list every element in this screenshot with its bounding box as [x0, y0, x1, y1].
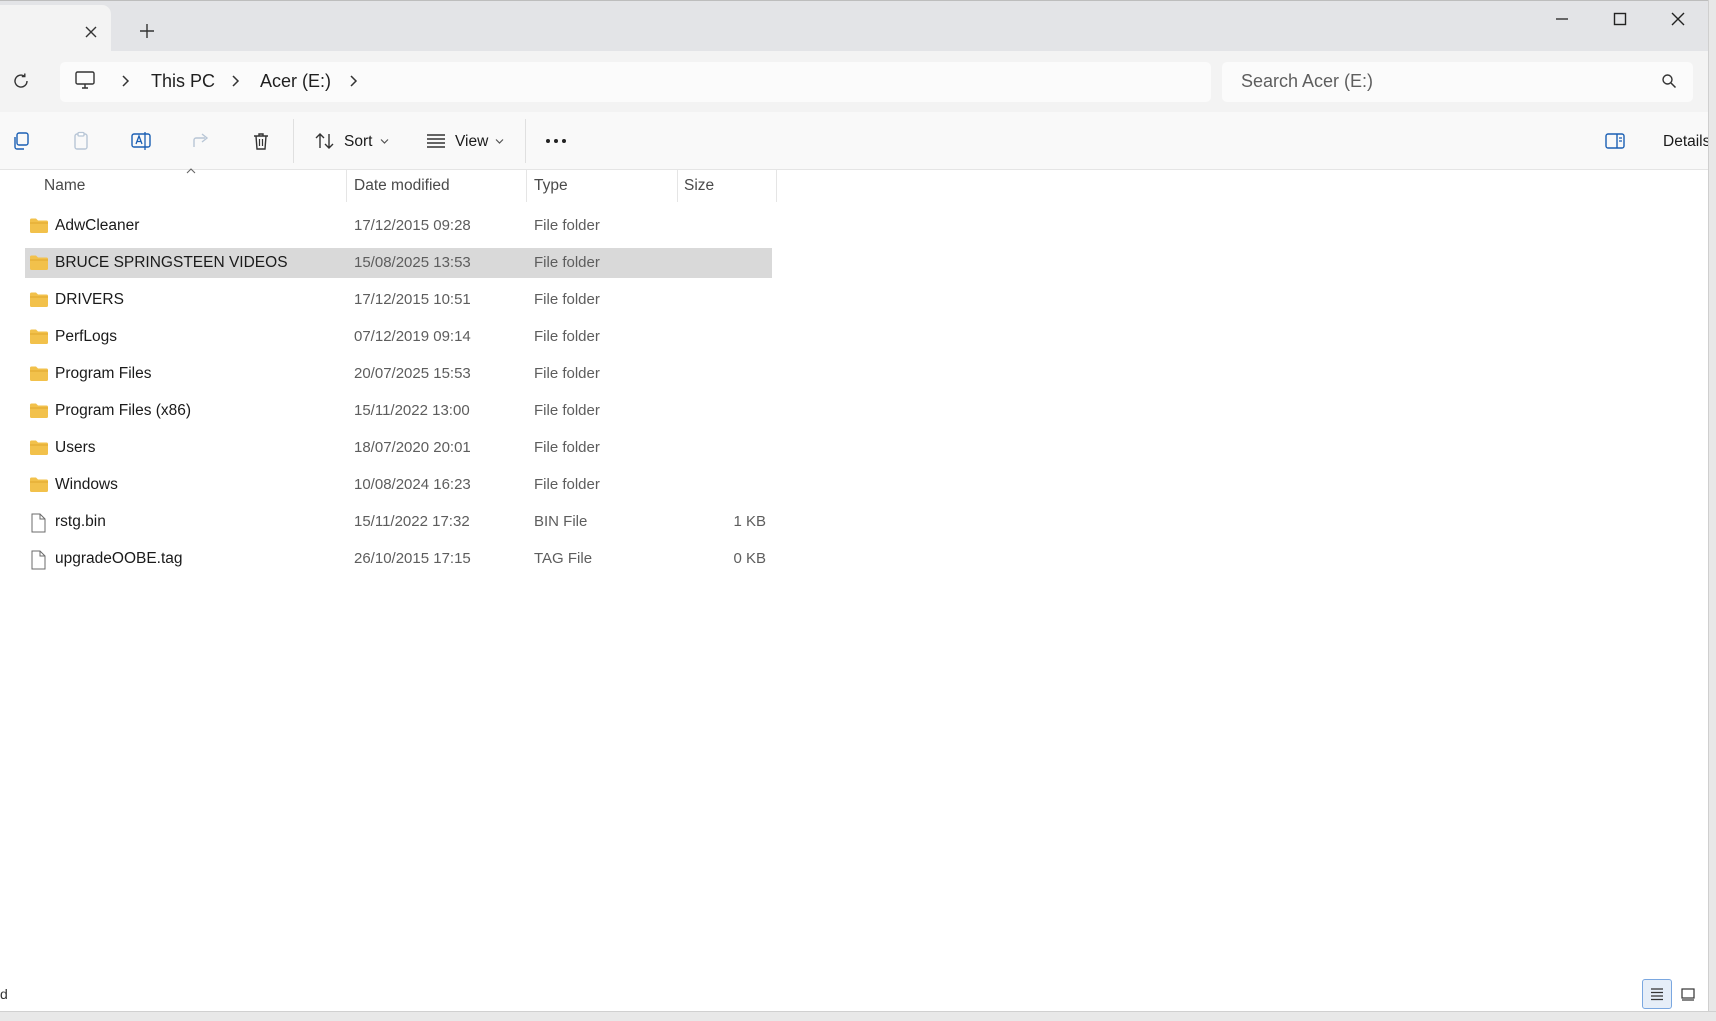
file-type: File folder — [534, 365, 600, 382]
view-lines-icon[interactable] — [423, 128, 449, 154]
chevron-right-icon[interactable] — [118, 74, 132, 88]
more-options-icon[interactable] — [543, 128, 569, 154]
file-date-modified: 10/08/2024 16:23 — [354, 476, 471, 493]
file-date-modified: 17/12/2015 09:28 — [354, 217, 471, 234]
file-name: upgradeOOBE.tag — [55, 550, 183, 567]
tab-close-icon[interactable] — [80, 21, 102, 43]
file-row[interactable]: AdwCleaner 17/12/2015 09:28 File folder — [25, 211, 772, 241]
details-view-button[interactable] — [1642, 979, 1672, 1009]
column-header-type[interactable]: Type — [534, 177, 568, 195]
file-type: File folder — [534, 291, 600, 308]
sort-button[interactable]: Sort — [344, 133, 372, 151]
file-icon — [29, 513, 47, 533]
window-edge — [1708, 0, 1716, 1021]
file-row[interactable]: rstg.bin 15/11/2022 17:32 BIN File 1 KB — [25, 507, 772, 537]
file-type: BIN File — [534, 513, 588, 530]
file-size: 0 KB — [733, 550, 766, 567]
file-type: File folder — [534, 328, 600, 345]
folder-icon — [29, 254, 49, 271]
search-placeholder[interactable]: Search Acer (E:) — [1241, 71, 1373, 92]
column-divider[interactable] — [776, 169, 777, 202]
paste-icon[interactable] — [68, 128, 94, 154]
computer-icon[interactable] — [74, 70, 96, 90]
details-button[interactable]: Details — [1663, 133, 1710, 151]
folder-icon — [29, 439, 49, 456]
search-icon[interactable] — [1661, 73, 1677, 89]
thumbnail-view-button[interactable] — [1673, 979, 1703, 1009]
file-type: File folder — [534, 476, 600, 493]
file-name: Program Files — [55, 365, 152, 382]
file-type: TAG File — [534, 550, 593, 567]
file-row[interactable]: upgradeOOBE.tag 26/10/2015 17:15 TAG File 0… — [25, 544, 772, 574]
folder-icon — [29, 217, 49, 234]
file-name: Windows — [55, 476, 118, 493]
file-name: DRIVERS — [55, 291, 124, 308]
file-row[interactable]: BRUCE SPRINGSTEEN VIDEOS 15/08/2025 13:53… — [25, 248, 772, 278]
file-row[interactable]: Windows 10/08/2024 16:23 File folder — [25, 470, 772, 500]
sort-icon[interactable] — [312, 128, 338, 154]
minimize-icon[interactable] — [1537, 6, 1587, 32]
window-close-icon[interactable] — [1653, 6, 1703, 32]
crumb-this-pc[interactable]: This PC — [151, 71, 215, 92]
column-header-size[interactable]: Size — [684, 177, 714, 195]
column-header-date[interactable]: Date modified — [354, 177, 450, 195]
file-row[interactable]: Program Files 20/07/2025 15:53 File folder — [25, 359, 772, 389]
status-text: d — [0, 986, 8, 1002]
file-name: AdwCleaner — [55, 217, 140, 234]
delete-icon[interactable] — [248, 128, 274, 154]
details-pane-icon[interactable] — [1602, 128, 1628, 154]
chevron-down-icon[interactable] — [495, 138, 504, 145]
chevron-down-icon[interactable] — [380, 138, 389, 145]
file-name: Program Files (x86) — [55, 402, 192, 419]
file-name: rstg.bin — [55, 513, 106, 530]
file-date-modified: 20/07/2025 15:53 — [354, 365, 471, 382]
column-divider[interactable] — [677, 169, 678, 202]
file-date-modified: 07/12/2019 09:14 — [354, 328, 471, 345]
file-type: File folder — [534, 402, 600, 419]
rename-icon[interactable] — [128, 128, 154, 154]
file-row[interactable]: Program Files (x86) 15/11/2022 13:00 File … — [25, 396, 772, 426]
file-size: 1 KB — [733, 513, 766, 530]
file-date-modified: 18/07/2020 20:01 — [354, 439, 471, 456]
copy-icon[interactable] — [8, 128, 34, 154]
maximize-icon[interactable] — [1595, 6, 1645, 32]
folder-icon — [29, 402, 49, 419]
chevron-right-icon[interactable] — [346, 74, 360, 88]
file-date-modified: 15/11/2022 13:00 — [354, 402, 470, 419]
window-edge — [0, 1011, 1716, 1021]
file-name: Users — [55, 439, 96, 456]
new-tab-plus-icon[interactable] — [136, 20, 158, 42]
sort-ascending-icon — [186, 168, 196, 174]
column-divider[interactable] — [526, 169, 527, 202]
file-type: File folder — [534, 254, 600, 271]
folder-icon — [29, 291, 49, 308]
file-type: File folder — [534, 217, 600, 234]
column-divider[interactable] — [346, 169, 347, 202]
column-header-name[interactable]: Name — [44, 177, 85, 195]
chevron-right-icon[interactable] — [228, 74, 242, 88]
toolbar-divider — [293, 119, 294, 163]
file-row[interactable]: PerfLogs 07/12/2019 09:14 File folder — [25, 322, 772, 352]
folder-icon — [29, 476, 49, 493]
view-button[interactable]: View — [455, 133, 488, 151]
file-name: BRUCE SPRINGSTEEN VIDEOS — [55, 254, 288, 271]
crumb-acer-drive[interactable]: Acer (E:) — [260, 71, 331, 92]
folder-icon — [29, 328, 49, 345]
title-bar — [0, 0, 1716, 51]
folder-icon — [29, 365, 49, 382]
refresh-icon[interactable] — [10, 70, 32, 92]
file-date-modified: 15/11/2022 17:32 — [354, 513, 470, 530]
file-date-modified: 15/08/2025 13:53 — [354, 254, 471, 271]
file-date-modified: 17/12/2015 10:51 — [354, 291, 471, 308]
file-icon — [29, 550, 47, 570]
file-date-modified: 26/10/2015 17:15 — [354, 550, 471, 567]
file-type: File folder — [534, 439, 600, 456]
file-name: PerfLogs — [55, 328, 118, 345]
file-row[interactable]: DRIVERS 17/12/2015 10:51 File folder — [25, 285, 772, 315]
share-icon[interactable] — [188, 128, 214, 154]
file-row[interactable]: Users 18/07/2020 20:01 File folder — [25, 433, 772, 463]
toolbar-divider — [525, 119, 526, 163]
